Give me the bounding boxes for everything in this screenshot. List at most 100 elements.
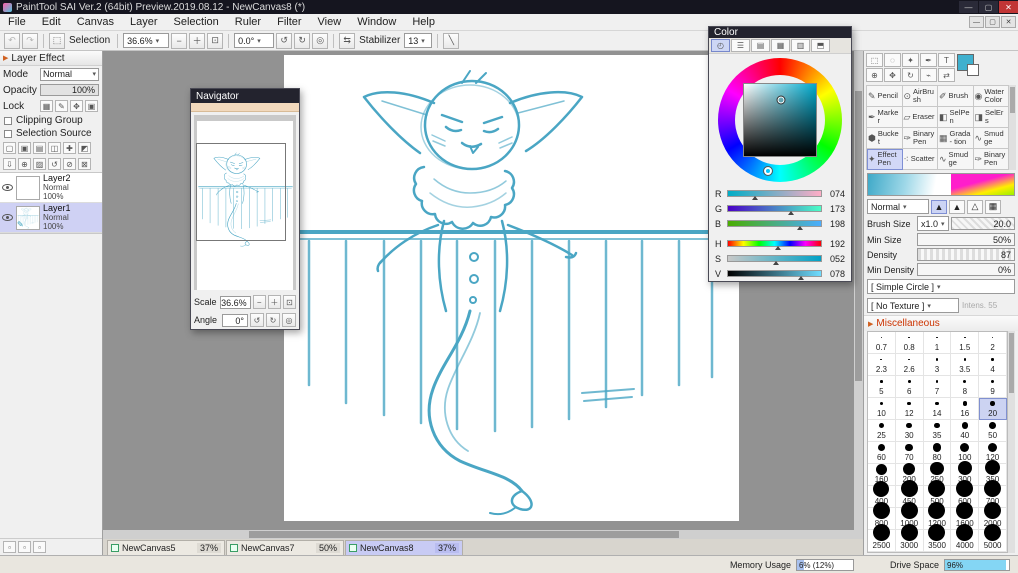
opacity-slider[interactable]: 100% <box>40 84 99 96</box>
angle-dropdown[interactable]: 0.0° <box>234 33 275 48</box>
child-close-button[interactable]: ✕ <box>1001 16 1016 28</box>
delete-layer-button[interactable]: ⊠ <box>78 158 91 170</box>
slider-handle[interactable] <box>797 226 804 230</box>
slider-handle[interactable] <box>797 276 804 280</box>
brush-size-30[interactable]: 30 <box>895 420 924 442</box>
tool-effect-pen[interactable]: ✦ Effect Pen <box>867 149 903 170</box>
brush-size-scale-dropdown[interactable]: x1.0 <box>917 216 949 231</box>
rotate-layer-button[interactable]: ↺ <box>48 158 61 170</box>
slider-handle[interactable] <box>751 196 758 200</box>
horizontal-scrollbar-thumb[interactable] <box>249 531 679 538</box>
size-grid-scrollbar-thumb[interactable] <box>1009 333 1014 393</box>
color-wheel[interactable] <box>718 58 842 182</box>
panel-option-2-button[interactable]: ▫ <box>18 541 31 553</box>
brush-size-5[interactable]: 5 <box>868 376 896 398</box>
blend-mode-dropdown[interactable]: Normal <box>867 199 929 214</box>
layer-row-layer2[interactable]: Layer2 Normal 100% <box>0 173 102 203</box>
rect-select-icon[interactable]: ⬚ <box>866 53 883 67</box>
size-grid-scrollbar[interactable] <box>1008 331 1015 553</box>
brush-size-70[interactable]: 70 <box>895 442 924 464</box>
brush-size-4[interactable]: 4 <box>979 354 1007 376</box>
color-slider-r[interactable]: R 074 <box>715 186 845 201</box>
brush-size-35[interactable]: 35 <box>923 420 952 442</box>
slider-handle[interactable] <box>788 211 795 215</box>
brush-size-1.5[interactable]: 1.5 <box>951 332 980 354</box>
scratchpad-tab[interactable]: ⬒ <box>811 39 830 52</box>
navigator-thumbnail[interactable] <box>194 115 296 290</box>
brush-tip-soft[interactable]: △ <box>967 199 983 214</box>
brush-size-0.7[interactable]: 0.7 <box>868 332 896 354</box>
layer-mode-dropdown[interactable]: Normal <box>40 67 99 81</box>
menu-window[interactable]: Window <box>349 15 404 29</box>
color-slider-h[interactable]: H 192 <box>715 236 845 251</box>
brush-size-3500[interactable]: 3500 <box>923 524 952 552</box>
zoom-dropdown[interactable]: 36.6% <box>123 33 170 48</box>
vertical-scrollbar[interactable] <box>854 51 863 530</box>
hue-ring-marker[interactable] <box>763 166 773 176</box>
brush-size-4000[interactable]: 4000 <box>951 524 980 552</box>
selection-source-row[interactable]: Selection Source <box>0 127 102 140</box>
add-mask-button[interactable]: ✚ <box>63 142 76 154</box>
min-size-slider[interactable]: 50% <box>917 233 1015 246</box>
zoom-out-button[interactable]: − <box>171 32 188 49</box>
menu-view[interactable]: View <box>310 15 350 29</box>
brush-size-25[interactable]: 25 <box>868 420 896 442</box>
tool-bucket[interactable]: ⬢ Bucket <box>867 128 903 149</box>
menu-layer[interactable]: Layer <box>122 15 166 29</box>
pen-cursor-icon[interactable]: ✒ <box>920 53 937 67</box>
slider-handle[interactable] <box>773 261 780 265</box>
menu-ruler[interactable]: Ruler <box>227 15 269 29</box>
rotate-cw-button[interactable]: ↻ <box>294 32 311 49</box>
menu-filter[interactable]: Filter <box>269 15 309 29</box>
menu-canvas[interactable]: Canvas <box>69 15 122 29</box>
vertical-scrollbar-thumb[interactable] <box>855 91 862 381</box>
panel-option-1-button[interactable]: ▫ <box>3 541 16 553</box>
flip-icon[interactable]: ⇆ <box>339 32 356 49</box>
brush-size-16[interactable]: 16 <box>951 398 980 420</box>
zoom-tool-icon[interactable]: ⊕ <box>866 68 883 82</box>
density-slider[interactable]: 87 <box>917 248 1015 261</box>
tool-smudge[interactable]: ∿ Smudge <box>938 149 974 170</box>
brush-size-3.5[interactable]: 3.5 <box>951 354 980 376</box>
tab-newcanvas8[interactable]: NewCanvas8 37% <box>345 540 463 555</box>
tool-smudge[interactable]: ∿ Smudge <box>973 128 1009 149</box>
saturation-value-square[interactable] <box>743 83 817 157</box>
navigator-panel[interactable]: Navigator Scale 36.6% − ＋ ⊡ Angle 0° ↺ ↻… <box>190 88 300 330</box>
menu-edit[interactable]: Edit <box>34 15 69 29</box>
slider-track[interactable] <box>727 205 822 215</box>
color-slider-g[interactable]: G 173 <box>715 201 845 216</box>
min-density-slider[interactable]: 0% <box>917 263 1015 276</box>
brush-size-0.8[interactable]: 0.8 <box>895 332 924 354</box>
brush-size-2.6[interactable]: 2.6 <box>895 354 924 376</box>
nav-rotate-reset-button[interactable]: ◎ <box>282 313 296 327</box>
menu-help[interactable]: Help <box>404 15 443 29</box>
lock-position-icon[interactable]: ✥ <box>70 100 83 112</box>
visibility-eye-icon[interactable] <box>2 214 13 221</box>
nav-zoom-fit-button[interactable]: ⊡ <box>282 295 296 309</box>
tool-water-color[interactable]: ◉ Water Color <box>973 86 1009 107</box>
color-slider-b[interactable]: B 198 <box>715 216 845 231</box>
visibility-eye-icon[interactable] <box>2 184 13 191</box>
tool-marker[interactable]: ✒ Marker <box>867 107 903 128</box>
lock-all-icon[interactable]: ▣ <box>85 100 98 112</box>
brush-size-8[interactable]: 8 <box>951 376 980 398</box>
child-minimize-button[interactable]: — <box>969 16 984 28</box>
tool-binary-pen[interactable]: ✑ Binary Pen <box>902 128 938 149</box>
brush-size-2500[interactable]: 2500 <box>868 524 896 552</box>
duplicate-layer-button[interactable]: ◫ <box>48 142 61 154</box>
tab-newcanvas5[interactable]: NewCanvas5 37% <box>107 540 225 555</box>
slider-track[interactable] <box>727 240 822 250</box>
panel-option-3-button[interactable]: ▫ <box>33 541 46 553</box>
selection-mode-icon[interactable]: ⬚ <box>49 32 65 49</box>
menu-file[interactable]: File <box>0 15 34 29</box>
brush-size-60[interactable]: 60 <box>868 442 896 464</box>
tool-selpen[interactable]: ◧ SelPen <box>938 107 974 128</box>
undo-icon[interactable]: ↶ <box>4 32 20 49</box>
rgb-slider-tab[interactable]: ☰ <box>731 39 750 52</box>
canvas[interactable] <box>284 55 739 521</box>
pen-stroke-icon[interactable]: ╲ <box>443 32 460 49</box>
background-color-swatch[interactable] <box>967 64 979 76</box>
brush-texture-dropdown[interactable]: [ No Texture ] <box>867 298 959 313</box>
lock-pixels-icon[interactable]: ✎ <box>55 100 68 112</box>
minimize-button[interactable]: — <box>959 1 978 13</box>
